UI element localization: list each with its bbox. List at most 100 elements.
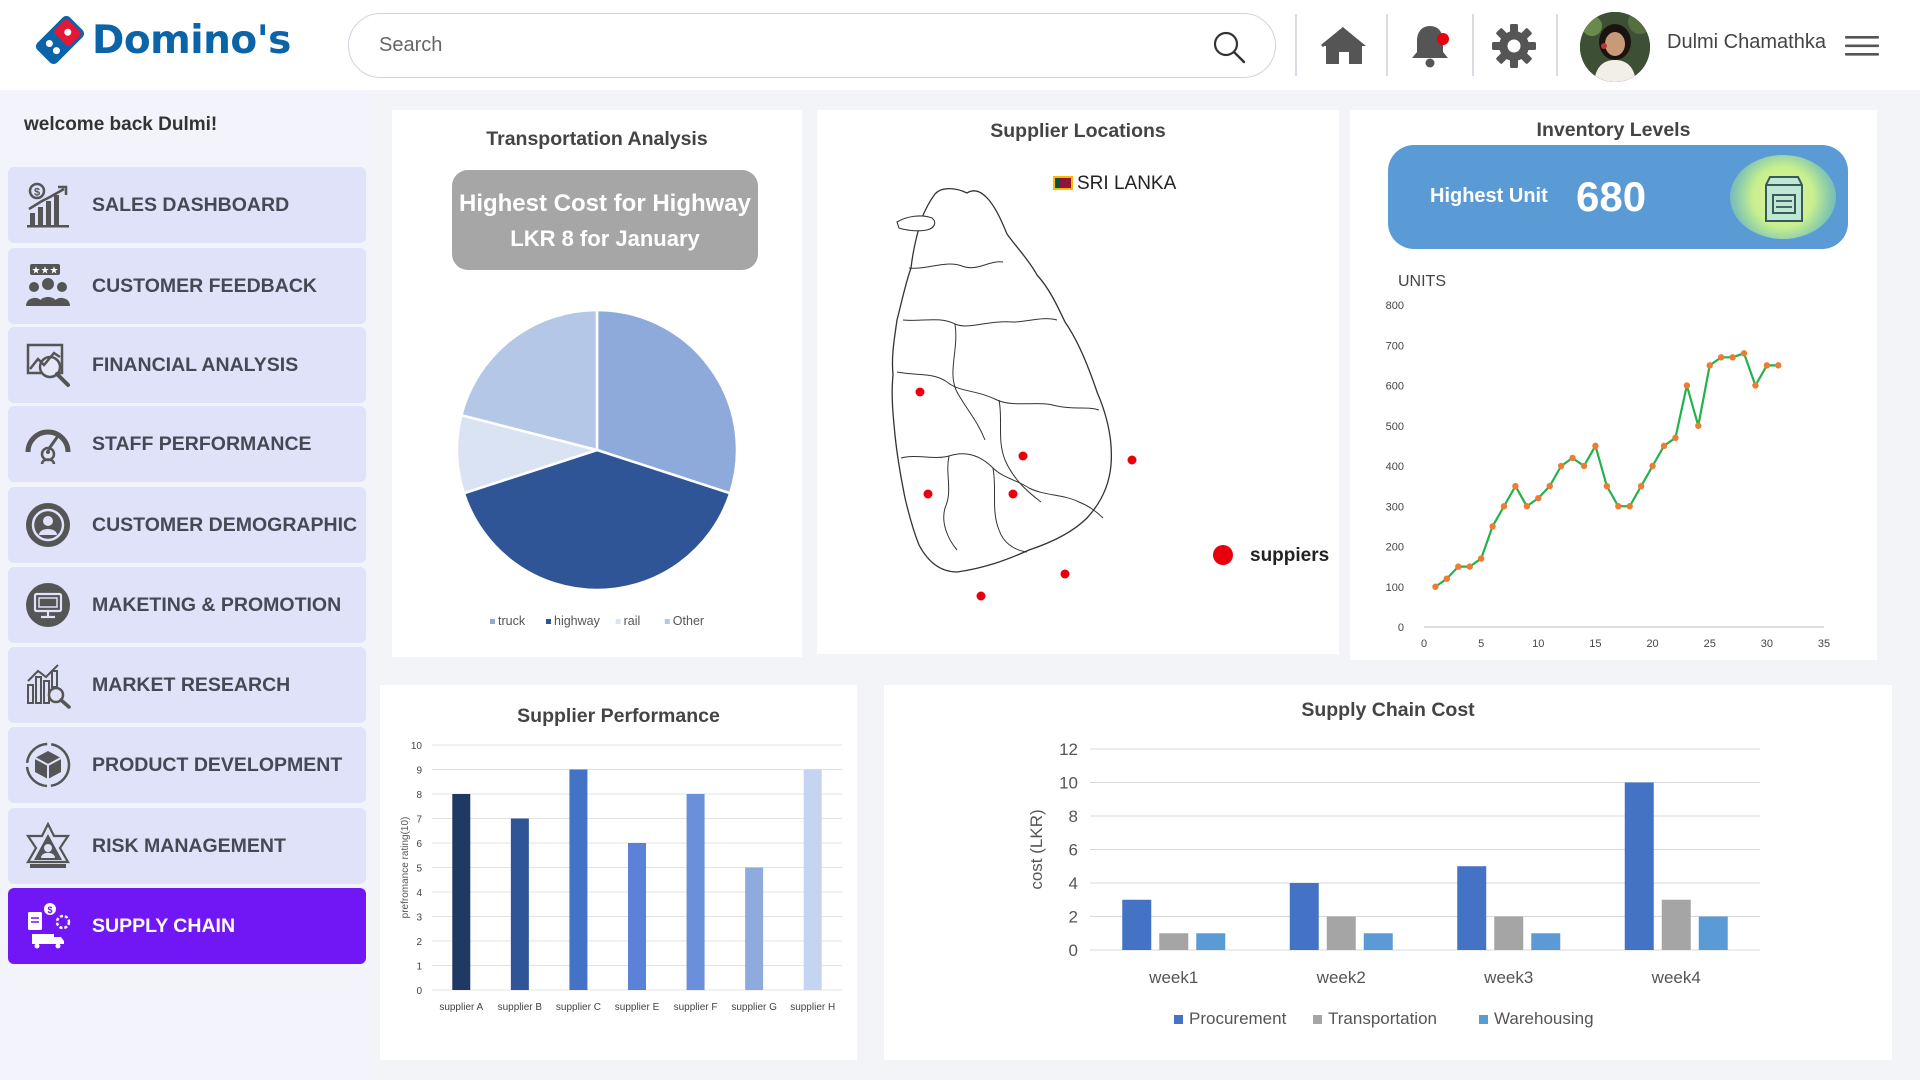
y-tick-label: 10 bbox=[411, 741, 423, 752]
username[interactable]: Dulmi Chamathka bbox=[1667, 31, 1826, 54]
divider bbox=[1472, 14, 1474, 76]
bar-supplier-g bbox=[745, 867, 764, 990]
supply-chain-cost-chart: 0 2 4 6 8 10 12 week1 week2 week3 week4 cost (LKR) P… bbox=[1027, 740, 1760, 1028]
supplier-marker bbox=[1018, 451, 1028, 461]
welcome-message: welcome back Dulmi! bbox=[24, 114, 218, 135]
x-tick-label: week3 bbox=[1483, 968, 1533, 987]
bar-supplier-e bbox=[628, 843, 646, 990]
y-tick-label: 8 bbox=[1069, 807, 1078, 826]
data-point bbox=[1637, 482, 1645, 490]
y-tick-label: 400 bbox=[1386, 461, 1404, 473]
bar-procurement-week4 bbox=[1624, 782, 1654, 950]
sidebar-item-staff-performance[interactable]: STAFF PERFORMANCE bbox=[8, 406, 366, 482]
customer-target-icon bbox=[26, 503, 70, 547]
data-point bbox=[1626, 503, 1633, 510]
sidebar-item-financial-analysis[interactable]: FINANCIAL ANALYSIS bbox=[8, 327, 366, 403]
sidebar-item-customer-feedback[interactable]: ★★★ CUSTOMER FEEDBACK bbox=[8, 248, 366, 324]
avatar[interactable] bbox=[1580, 12, 1650, 82]
search-bar bbox=[348, 13, 1276, 78]
data-point bbox=[1695, 422, 1702, 429]
brand-logo[interactable]: Domino's bbox=[34, 10, 291, 70]
home-icon[interactable] bbox=[1320, 22, 1368, 70]
bar-transportation-week2 bbox=[1326, 916, 1356, 950]
y-axis-label: prefromance rating(10) bbox=[400, 817, 411, 919]
y-tick-label: 3 bbox=[416, 913, 422, 924]
search-icon[interactable] bbox=[1211, 29, 1247, 65]
brand-name: Domino's bbox=[92, 17, 291, 63]
bar-supplier-f bbox=[686, 794, 705, 990]
domino-tile-icon bbox=[35, 15, 85, 65]
data-point bbox=[1672, 434, 1679, 442]
legend-label: highway bbox=[554, 614, 601, 628]
x-tick-label: supplier G bbox=[731, 1002, 777, 1013]
data-point bbox=[1512, 482, 1519, 490]
legend-swatch bbox=[615, 619, 621, 624]
sidebar-item-label: SUPPLY CHAIN bbox=[92, 914, 236, 937]
supply-chain-icon: $ bbox=[28, 903, 71, 949]
sidebar-item-marketing-promotion[interactable]: MAKETING & PROMOTION bbox=[8, 567, 366, 643]
transport-pie-chart: truck highway rail Other bbox=[455, 308, 739, 628]
data-point bbox=[1717, 354, 1725, 361]
x-tick-label: 30 bbox=[1761, 638, 1773, 650]
legend-label: rail bbox=[624, 614, 641, 628]
y-axis-title: UNITS bbox=[1398, 273, 1446, 290]
data-point bbox=[1615, 503, 1622, 510]
data-point bbox=[1432, 583, 1439, 590]
bar-warehousing-week3 bbox=[1531, 933, 1561, 950]
data-point bbox=[1752, 382, 1759, 389]
x-tick-label: supplier E bbox=[615, 1002, 660, 1013]
legend-label: truck bbox=[498, 614, 526, 628]
y-tick-label: 600 bbox=[1386, 381, 1404, 393]
x-tick-label: 20 bbox=[1646, 638, 1658, 650]
data-point bbox=[1477, 555, 1485, 562]
customer-group-icon: ★★★ bbox=[26, 264, 70, 306]
data-point bbox=[1535, 495, 1542, 502]
svg-text:$: $ bbox=[34, 187, 40, 199]
bar-procurement-week3 bbox=[1457, 866, 1487, 950]
data-point bbox=[1740, 350, 1748, 357]
sidebar-item-label: FINANCIAL ANALYSIS bbox=[92, 353, 299, 376]
x-tick-label: supplier A bbox=[439, 1002, 483, 1013]
bar-supplier-h bbox=[803, 769, 822, 990]
data-point bbox=[1763, 362, 1771, 369]
sidebar-item-supply-chain[interactable]: $ SUPPLY CHAIN bbox=[8, 888, 366, 964]
bar-procurement-week2 bbox=[1289, 883, 1319, 950]
sidebar-item-label: MARKET RESEARCH bbox=[92, 673, 291, 696]
data-point bbox=[1523, 503, 1531, 510]
legend-label: Other bbox=[673, 614, 704, 628]
data-point bbox=[1706, 362, 1713, 369]
sidebar-item-sales-dashboard[interactable]: $ SALES DASHBOARD bbox=[8, 167, 366, 243]
locations-panel: Supplier Locations SRI LANKA suppiers bbox=[817, 110, 1339, 654]
y-tick-label: 500 bbox=[1386, 421, 1404, 433]
sidebar-item-label: MAKETING & PROMOTION bbox=[92, 593, 342, 616]
data-point bbox=[1660, 442, 1668, 450]
sidebar-item-market-research[interactable]: MARKET RESEARCH bbox=[8, 647, 366, 723]
cost-panel: Supply Chain Cost 0 2 4 6 8 10 12 week1 week2 wee… bbox=[884, 685, 1892, 1060]
x-tick-label: supplier C bbox=[556, 1002, 601, 1013]
sidebar-item-product-development[interactable]: PRODUCT DEVELOPMENT bbox=[8, 727, 366, 803]
bar-supplier-c bbox=[569, 769, 588, 990]
y-tick-label: 12 bbox=[1059, 740, 1078, 759]
bell-icon[interactable] bbox=[1406, 22, 1454, 70]
sri-lanka-flag-icon bbox=[1053, 176, 1073, 190]
x-tick-label: supplier F bbox=[674, 1002, 718, 1013]
y-tick-label: 200 bbox=[1386, 542, 1404, 554]
data-point bbox=[1649, 462, 1656, 470]
gear-icon[interactable] bbox=[1490, 22, 1538, 70]
legend-marker bbox=[1213, 545, 1233, 565]
y-tick-label: 6 bbox=[416, 839, 422, 850]
bar-warehousing-week4 bbox=[1698, 916, 1728, 950]
y-tick-label: 0 bbox=[1069, 941, 1078, 960]
sidebar-item-label: CUSTOMER FEEDBACK bbox=[92, 274, 317, 297]
y-tick-label: 7 bbox=[416, 815, 422, 826]
bar-warehousing-week2 bbox=[1363, 933, 1393, 950]
sidebar-item-risk-management[interactable]: RISK MANAGEMENT bbox=[8, 808, 366, 884]
search-input[interactable] bbox=[349, 34, 1169, 57]
data-point bbox=[1569, 454, 1576, 462]
transport-panel: Transportation Analysis Highest Cost for… bbox=[392, 110, 802, 657]
y-tick-label: 10 bbox=[1059, 774, 1078, 793]
legend-swatch bbox=[1479, 1015, 1488, 1024]
menu-icon[interactable] bbox=[1845, 35, 1879, 57]
sidebar-item-customer-demographic[interactable]: CUSTOMER DEMOGRAPHIC bbox=[8, 487, 366, 563]
svg-text:$: $ bbox=[47, 905, 52, 915]
